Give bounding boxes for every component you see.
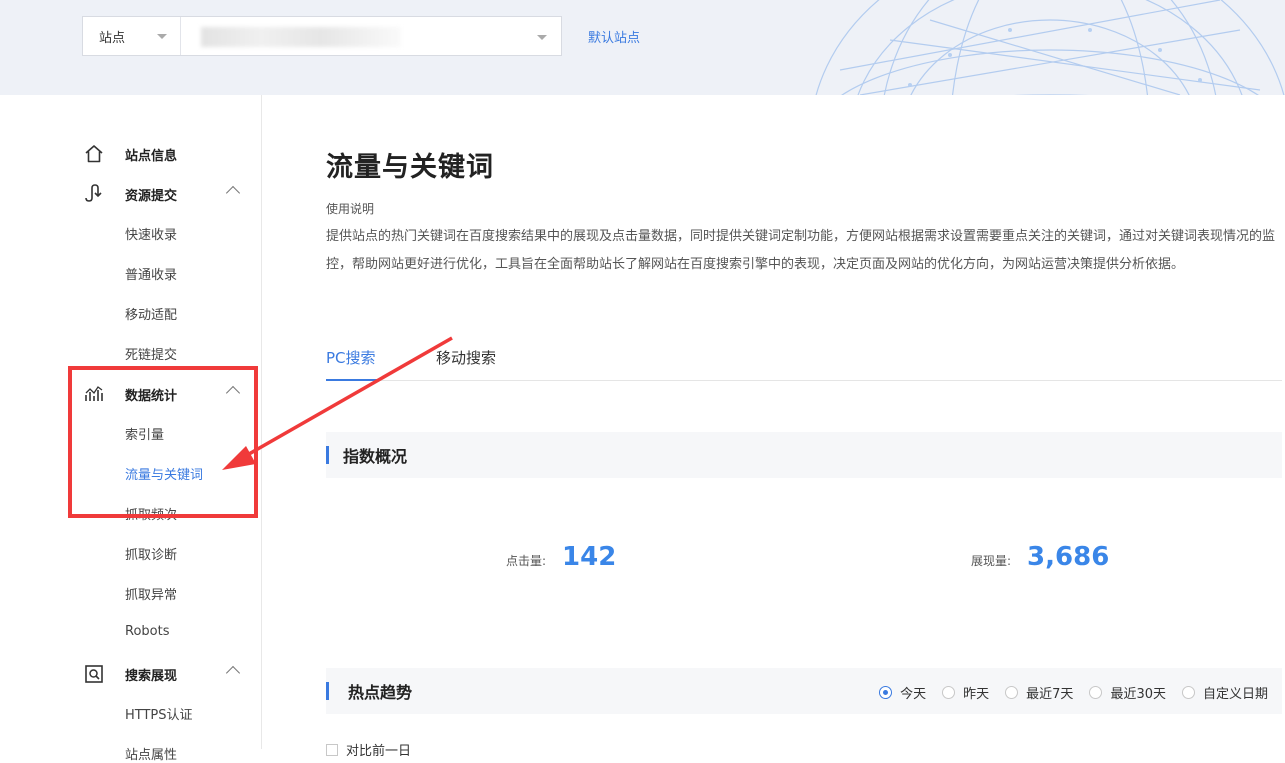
search-display-icon <box>82 662 106 686</box>
impressions-label: 展现量: <box>971 554 1012 568</box>
caret-down-icon <box>537 35 547 40</box>
sidebar-item-dead-link[interactable]: 死链提交 <box>125 344 177 363</box>
radio-label: 今天 <box>900 687 927 702</box>
site-type-dropdown[interactable]: 站点 <box>83 17 181 55</box>
sidebar-item-site-attributes[interactable]: 站点属性 <box>125 744 177 763</box>
radio-dot-icon <box>879 686 893 699</box>
default-site-link[interactable]: 默认站点 <box>588 27 640 46</box>
sidebar-item-crawl-diagnosis[interactable]: 抓取诊断 <box>125 544 177 563</box>
page-title: 流量与关键词 <box>326 152 494 183</box>
radio-dot-icon <box>1181 686 1195 699</box>
usage-label: 使用说明 <box>326 202 375 216</box>
sidebar-item-normal-index[interactable]: 普通收录 <box>125 264 177 283</box>
sidebar-group-resource-submit[interactable]: 资源提交 <box>82 182 252 206</box>
radio-dot-icon <box>1005 686 1019 699</box>
sidebar-item-robots[interactable]: Robots <box>125 624 169 639</box>
sidebar-group-label: 资源提交 <box>125 188 178 204</box>
page-description: 提供站点的热门关键词在百度搜索结果中的展现及点击量数据，同时提供关键词定制功能，… <box>326 229 1276 272</box>
compare-previous-day-checkbox[interactable]: 对比前一日 <box>326 740 411 759</box>
globe-decoration <box>815 0 1285 95</box>
chevron-up-icon[interactable] <box>225 665 241 681</box>
section-title: 热点趋势 <box>348 683 413 702</box>
chevron-up-icon[interactable] <box>225 185 241 201</box>
tab-pc-search[interactable]: PC搜索 <box>326 347 376 368</box>
sidebar-item-https[interactable]: HTTPS认证 <box>125 704 193 723</box>
sidebar-group-label: 站点信息 <box>125 148 178 164</box>
sidebar-item-fast-index[interactable]: 快速收录 <box>125 224 177 243</box>
clicks-metric: 点击量: 142 <box>506 542 616 572</box>
radio-label: 最近7天 <box>1026 687 1074 702</box>
radio-label: 最近30天 <box>1110 687 1166 702</box>
sidebar-item-mobile-adapt[interactable]: 移动适配 <box>125 304 177 323</box>
radio-last-7-days[interactable]: 最近7天 <box>1005 683 1073 702</box>
site-type-label: 站点 <box>99 30 126 46</box>
clicks-label: 点击量: <box>506 554 547 568</box>
compare-label: 对比前一日 <box>346 744 412 759</box>
radio-dot-icon <box>942 686 956 699</box>
overview-section-header: 指数概况 <box>326 432 1282 478</box>
radio-dot-icon <box>1089 686 1103 699</box>
checkbox-icon <box>326 743 338 756</box>
sidebar-group-search-display[interactable]: 搜索展现 <box>82 662 252 686</box>
radio-custom-date[interactable]: 自定义日期 <box>1181 683 1268 702</box>
radio-last-30-days[interactable]: 最近30天 <box>1089 683 1166 702</box>
radio-yesterday[interactable]: 昨天 <box>942 683 989 702</box>
sidebar-item-crawl-errors[interactable]: 抓取异常 <box>125 584 177 603</box>
clicks-value: 142 <box>562 542 617 572</box>
site-selector[interactable]: 站点 <box>82 16 562 56</box>
search-type-tabs: PC搜索 移动搜索 <box>326 333 1282 381</box>
impressions-value: 3,686 <box>1027 542 1110 572</box>
section-title: 指数概况 <box>343 447 408 466</box>
radio-today[interactable]: 今天 <box>879 683 926 702</box>
home-icon <box>82 142 106 166</box>
redacted-site-name <box>201 27 401 47</box>
date-range-radio-group: 今天 昨天 最近7天 最近30天 自定义日期 <box>863 683 1268 702</box>
section-accent-bar <box>326 682 329 700</box>
annotation-highlight-box <box>68 366 258 518</box>
caret-down-icon <box>157 34 167 39</box>
top-bar: 站点 默认站点 <box>0 0 1285 95</box>
sidebar-group-site-info[interactable]: 站点信息 <box>82 142 252 166</box>
section-accent-bar <box>326 446 329 464</box>
submit-icon <box>82 182 106 206</box>
impressions-metric: 展现量: 3,686 <box>971 542 1109 572</box>
radio-label: 自定义日期 <box>1202 687 1268 702</box>
active-tab-indicator <box>326 379 377 381</box>
trend-section-header: 热点趋势 今天 昨天 最近7天 最近30天 自定义日期 <box>326 668 1282 714</box>
tab-mobile-search[interactable]: 移动搜索 <box>436 347 496 368</box>
sidebar-group-label: 搜索展现 <box>125 668 178 684</box>
site-value-dropdown[interactable] <box>181 17 561 55</box>
radio-label: 昨天 <box>963 687 990 702</box>
